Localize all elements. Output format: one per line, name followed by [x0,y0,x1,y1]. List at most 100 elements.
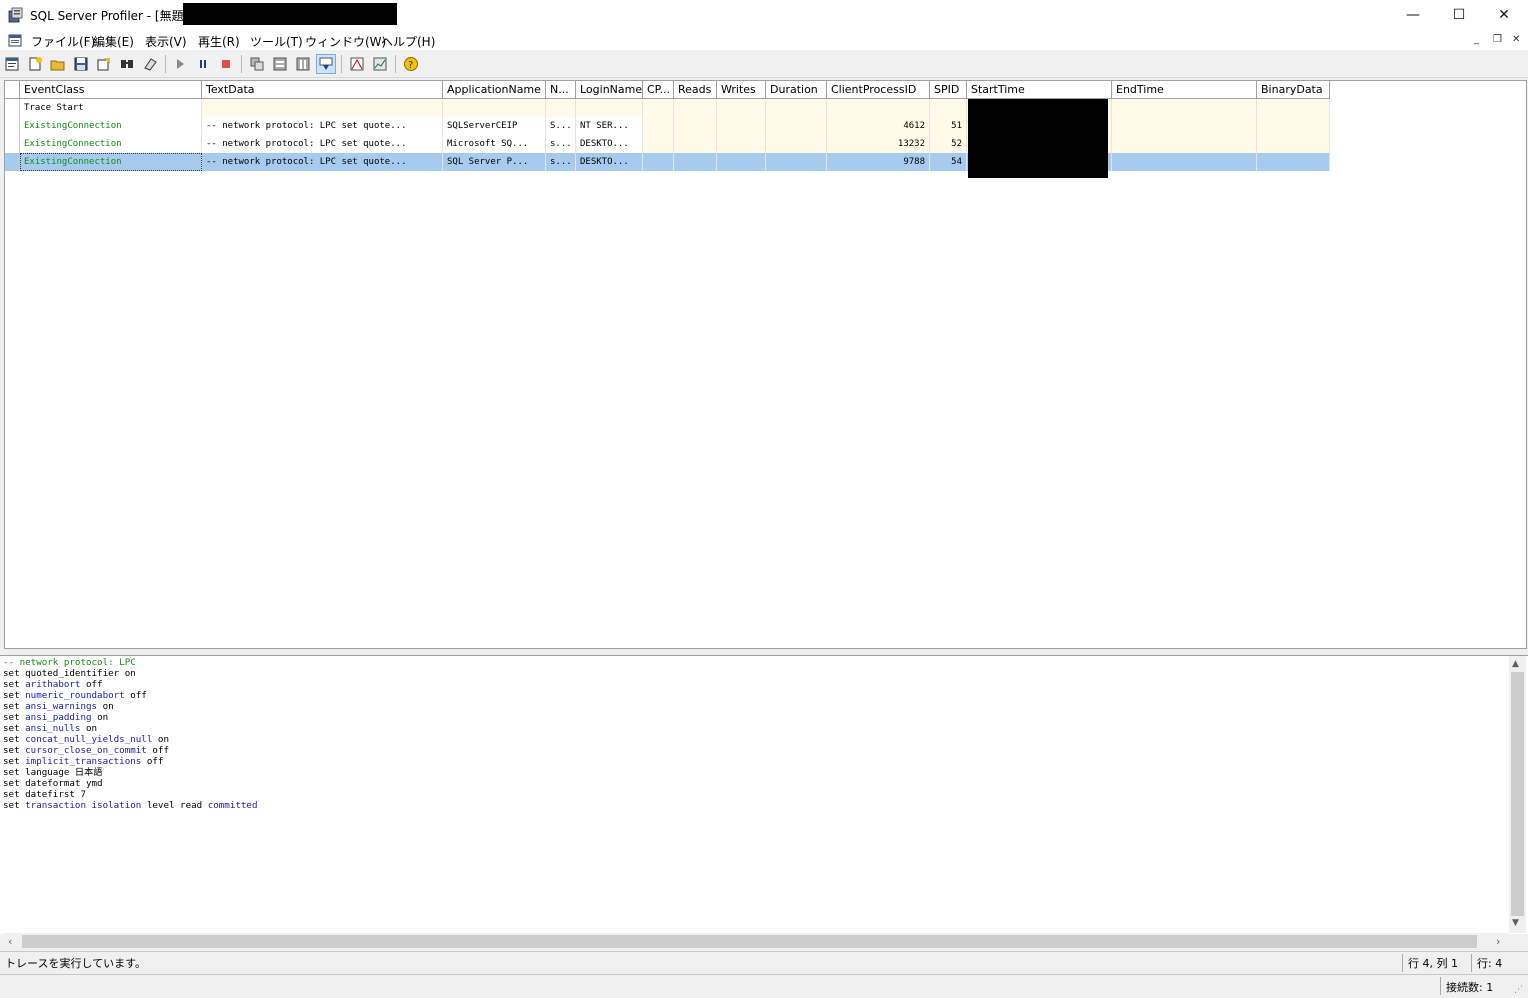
textdata-detail-pane[interactable]: -- network protocol: LPC set quoted_ident… [0,655,1528,934]
col-header-binarydata[interactable]: BinaryData [1257,81,1330,99]
col-header-clientprocessid[interactable]: ClientProcessID [827,81,930,99]
window-minimize-button[interactable]: — [1390,0,1436,30]
cell-eventclass: ExistingConnection [20,117,202,135]
pause-icon[interactable] [194,55,212,73]
clear-icon[interactable] [141,55,159,73]
help-icon[interactable]: ? [402,55,420,73]
cell-eventclass: ExistingConnection [20,135,202,153]
window-close-button[interactable]: ✕ [1481,0,1527,30]
menu-file[interactable]: ファイル(F) [31,33,95,50]
sql-text: set datefirst 7 [3,789,86,800]
sql-keyword: transaction isolation [25,800,142,811]
col-header-writes[interactable]: Writes [717,81,766,99]
status-divider [1471,954,1472,972]
table-row[interactable]: ExistingConnection -- network protocol: … [5,135,1330,153]
cell-applicationname: SQLServerCEIP [443,117,546,135]
cell-ntusername: s... [546,135,576,153]
horizontal-scroll-thumb[interactable] [22,935,1477,948]
scroll-down-icon[interactable]: ▼ [1512,918,1519,928]
menu-edit[interactable]: 編集(E) [93,33,134,50]
menu-window[interactable]: ウィンドウ(W) [305,33,386,50]
vertical-scroll-thumb[interactable] [1511,672,1524,916]
autoscroll-icon[interactable] [316,54,336,74]
cell-binarydata [1257,117,1330,135]
sql-keyword: ansi_nulls [25,723,81,734]
group-icon[interactable] [248,55,266,73]
menu-view[interactable]: 表示(V) [145,33,187,50]
sql-text: set [3,723,26,734]
sql-text: on [152,734,169,745]
cell-cpu [643,99,674,117]
col-header-reads[interactable]: Reads [674,81,717,99]
table-row-selected[interactable]: ExistingConnection -- network protocol: … [5,153,1330,171]
sql-text: set [3,690,26,701]
grid-header: EventClass TextData ApplicationName N...… [5,81,1526,100]
col-header-ntusername[interactable]: N... [546,81,576,99]
sql-keyword: ansi_warnings [25,701,98,712]
trace-grid[interactable]: EventClass TextData ApplicationName N...… [4,80,1527,649]
cell-reads [674,99,717,117]
status-divider [1440,977,1441,995]
cell-eventclass: Trace Start [20,99,202,117]
mdi-close-button[interactable]: ✕ [1512,34,1520,45]
properties-icon[interactable] [3,55,21,73]
cell-reads [674,153,717,171]
play-icon[interactable] [171,55,189,73]
col-header-applicationname[interactable]: ApplicationName [443,81,546,99]
scroll-left-icon[interactable]: ‹ [8,935,12,948]
sql-text: on [91,712,109,723]
table-row[interactable]: ExistingConnection -- network protocol: … [5,117,1330,135]
cell-spid [930,99,967,117]
toolbar-separator [241,55,242,73]
col-header-starttime[interactable]: StartTime [967,81,1112,99]
cell-duration [766,153,827,171]
status-divider [1402,954,1403,972]
sql-text: level read [141,800,208,811]
col-header-spid[interactable]: SPID [930,81,967,99]
cell-clientprocessid: 4612 [827,117,930,135]
open-icon[interactable] [49,55,67,73]
detail-line: set language 日本語 [3,767,258,778]
col-header-cpu[interactable]: CP... [643,81,674,99]
template-icon[interactable] [95,55,113,73]
col-header-eventclass[interactable]: EventClass [20,81,202,99]
cell-textdata: -- network protocol: LPC set quote... [202,117,443,135]
cell-clientprocessid: 13232 [827,135,930,153]
mdi-minimize-button[interactable]: _ [1474,34,1479,45]
col-header-duration[interactable]: Duration [766,81,827,99]
cell-spid: 54 [930,153,967,171]
window-maximize-button[interactable]: ☐ [1436,0,1482,30]
menu-replay[interactable]: 再生(R) [198,33,240,50]
chart-icon[interactable] [371,55,389,73]
cell-writes [717,135,766,153]
detail-line: set ansi_warnings on [3,701,258,712]
cell-writes [717,117,766,135]
new-trace-icon[interactable] [26,55,44,73]
svg-text:?: ? [408,60,413,71]
cell-writes [717,99,766,117]
detail-line: set ansi_padding on [3,712,258,723]
find-icon[interactable] [118,55,136,73]
document-window-icon[interactable] [8,33,24,47]
stop-icon[interactable] [217,55,235,73]
menu-tools[interactable]: ツール(T) [250,33,303,50]
resize-grip-icon[interactable]: ⋰ [1514,985,1523,995]
save-icon[interactable] [72,55,90,73]
table-row[interactable]: Trace Start [5,99,1330,117]
scroll-right-icon[interactable]: › [1496,935,1500,948]
sql-text: set language 日本語 [3,767,103,778]
columns-icon[interactable] [294,55,312,73]
col-header-endtime[interactable]: EndTime [1112,81,1257,99]
scroll-up-icon[interactable]: ▲ [1512,659,1519,669]
col-header-textdata[interactable]: TextData [202,81,443,99]
cell-textdata: -- network protocol: LPC set quote... [202,153,443,171]
mdi-restore-button[interactable]: ❐ [1493,34,1502,45]
perfmon-icon[interactable] [348,55,366,73]
cell-duration [766,135,827,153]
filter-icon[interactable] [271,55,289,73]
textdata-detail-text[interactable]: -- network protocol: LPC set quoted_ident… [3,657,258,811]
menu-help[interactable]: ヘルプ(H) [381,33,435,50]
col-header-loginname[interactable]: LoginName [576,81,643,99]
cell-applicationname: SQL Server P... [443,153,546,171]
sql-text: off [141,756,164,767]
